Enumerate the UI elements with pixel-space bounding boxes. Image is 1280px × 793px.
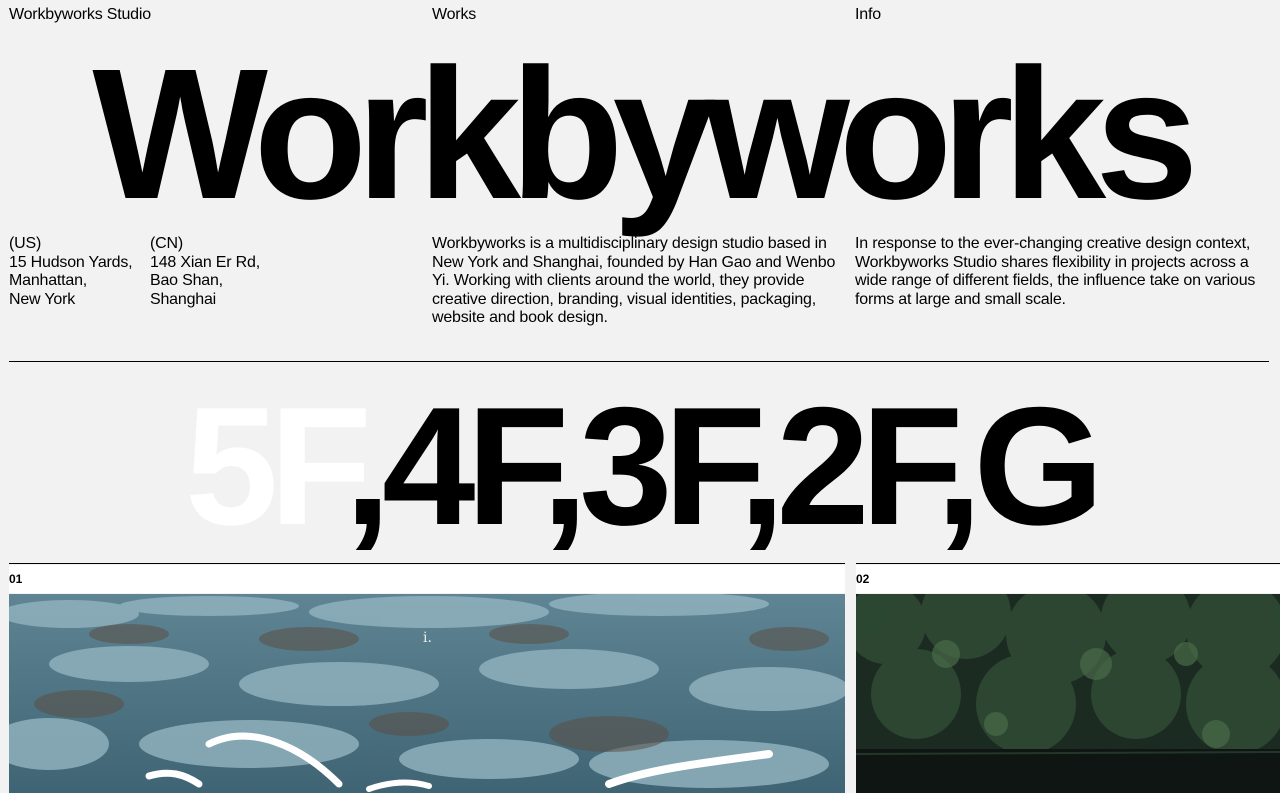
floor-separator: , — [935, 372, 983, 560]
nav-works-link[interactable]: Works — [432, 6, 476, 24]
project-02-rule — [856, 563, 1280, 564]
nav-info-link[interactable]: Info — [855, 6, 881, 24]
project-02-image[interactable] — [856, 594, 1280, 793]
top-nav: Workbyworks Studio Works Info — [0, 6, 1280, 26]
project-02-header — [856, 565, 1280, 593]
floor-4f[interactable]: 4F — [382, 372, 550, 560]
nav-studio-link[interactable]: Workbyworks Studio — [9, 6, 151, 24]
studio-description: Workbyworks is a multidisciplinary desig… — [432, 235, 836, 326]
water-surface-image: i. — [9, 594, 845, 793]
floor-g[interactable]: G — [973, 372, 1104, 560]
project-02-number: 02 — [856, 572, 870, 586]
floor-2f[interactable]: 2F — [776, 372, 944, 560]
floor-selector: 5F,4F,3F,2F,G — [0, 382, 1280, 550]
project-01-number: 01 — [9, 572, 23, 586]
address-line: Shanghai — [150, 290, 217, 308]
foliage-pond-image — [856, 594, 1280, 793]
project-01-header — [9, 565, 845, 593]
address-line: 15 Hudson Yards, — [9, 253, 133, 271]
floor-separator: , — [541, 372, 588, 560]
hero-wordmark: Workbyworks — [92, 31, 1198, 238]
floor-separator: , — [344, 372, 391, 560]
address-us: (US) 15 Hudson Yards, Manhattan, New Yor… — [9, 235, 133, 309]
floor-3f[interactable]: 3F — [579, 372, 747, 560]
address-cn: (CN) 148 Xian Er Rd, Bao Shan, Shanghai — [150, 235, 260, 309]
studio-approach: In response to the ever-changing creativ… — [855, 235, 1256, 308]
address-line: Bao Shan, — [150, 272, 223, 289]
address-country: (US) — [9, 235, 42, 252]
project-01-caption: i. — [423, 630, 432, 646]
floor-5f[interactable]: 5F — [185, 372, 353, 560]
address-country: (CN) — [150, 235, 183, 252]
address-line: Manhattan, — [9, 272, 88, 289]
project-01-image[interactable]: i. — [9, 594, 845, 793]
section-divider — [9, 361, 1269, 362]
floor-separator: , — [738, 372, 786, 560]
address-line: New York — [9, 290, 75, 308]
project-01-rule — [9, 563, 845, 564]
address-line: 148 Xian Er Rd, — [150, 253, 260, 271]
